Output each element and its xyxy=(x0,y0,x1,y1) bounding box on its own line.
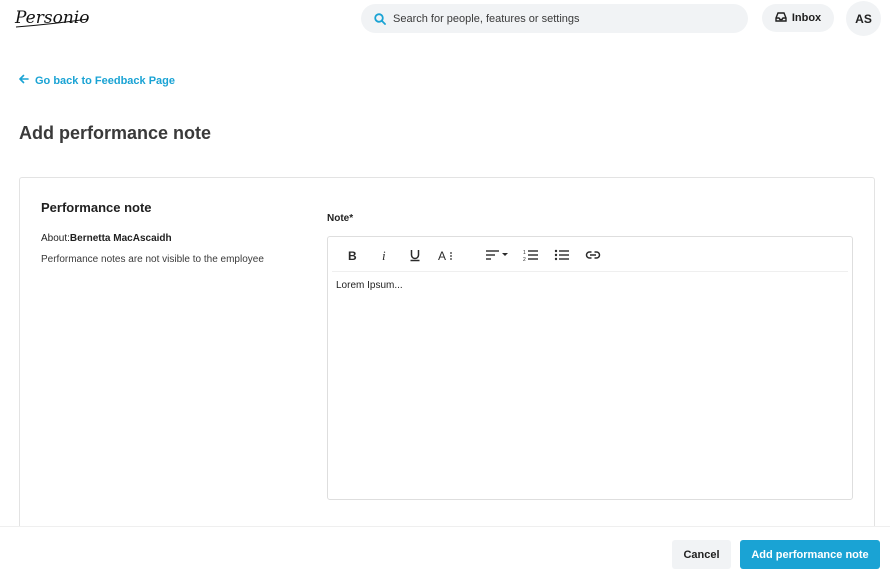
underline-icon[interactable] xyxy=(406,246,424,264)
svg-text:Personio: Personio xyxy=(14,8,89,28)
search-icon xyxy=(373,12,387,26)
search-input[interactable] xyxy=(393,12,713,25)
italic-icon[interactable]: i xyxy=(375,246,393,264)
note-text[interactable]: Lorem Ipsum... xyxy=(336,280,403,291)
personio-logo[interactable]: Personio xyxy=(14,6,90,30)
link-icon[interactable] xyxy=(584,246,602,264)
performance-note-card: Performance note About:Bernetta MacAscai… xyxy=(19,177,875,538)
note-field-label: Note* xyxy=(327,213,354,224)
editor-toolbar: B i A 12 xyxy=(332,237,848,272)
action-footer: Cancel Add performance note xyxy=(0,526,890,576)
bullet-list-icon[interactable] xyxy=(553,246,571,264)
svg-text:A: A xyxy=(438,249,446,262)
svg-text:1: 1 xyxy=(523,250,526,256)
inbox-label: Inbox xyxy=(791,12,822,24)
card-title: Performance note xyxy=(41,200,152,215)
bold-icon[interactable]: B xyxy=(343,246,361,264)
align-icon[interactable] xyxy=(484,246,510,264)
svg-text:i: i xyxy=(382,249,386,261)
page-title: Add performance note xyxy=(19,123,212,143)
back-link-label: Go back to Feedback Page xyxy=(35,74,175,87)
ordered-list-icon[interactable]: 12 xyxy=(522,246,540,264)
avatar-initials: AS xyxy=(855,11,872,26)
cancel-button[interactable]: Cancel xyxy=(672,540,731,569)
top-bar: Personio Inbox AS xyxy=(0,0,890,40)
inbox-button[interactable]: Inbox xyxy=(762,4,834,32)
back-to-feedback-link[interactable]: Go back to Feedback Page xyxy=(19,74,175,87)
user-avatar[interactable]: AS xyxy=(846,1,881,36)
about-employee: About:Bernetta MacAscaidh xyxy=(41,233,172,244)
svg-text:B: B xyxy=(348,249,357,261)
global-search[interactable] xyxy=(361,4,748,33)
text-size-icon[interactable]: A xyxy=(437,246,455,264)
about-label: About: xyxy=(41,233,70,244)
note-editor[interactable]: B i A 12 Lorem Ipsum... xyxy=(327,236,853,500)
inbox-icon xyxy=(775,11,792,25)
employee-name: Bernetta MacAscaidh xyxy=(69,233,172,244)
svg-text:2: 2 xyxy=(523,257,526,262)
visibility-hint: Performance notes are not visible to the… xyxy=(41,254,264,265)
arrow-left-icon xyxy=(19,74,35,87)
add-performance-note-button[interactable]: Add performance note xyxy=(740,540,880,569)
